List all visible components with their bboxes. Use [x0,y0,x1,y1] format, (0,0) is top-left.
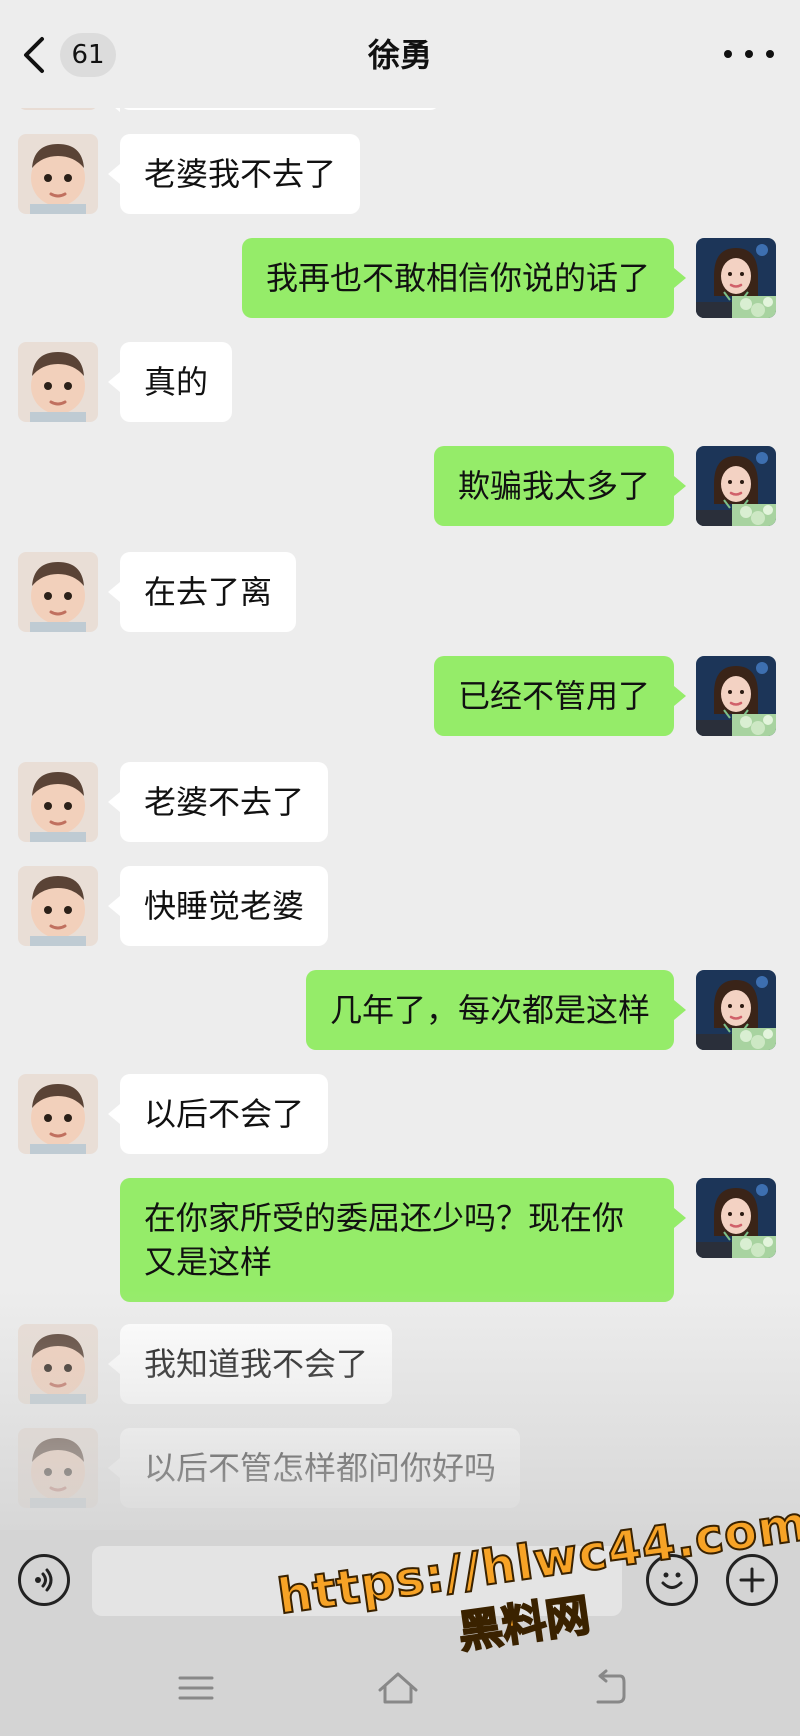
return-icon [596,1669,626,1704]
self-avatar[interactable] [696,1178,776,1258]
contact-avatar[interactable] [18,1428,98,1508]
woman-avatar-icon [696,238,776,318]
contact-avatar[interactable] [18,762,98,842]
message-bubble[interactable]: 在你家所受的委屈还少吗？现在你又是这样 [120,1178,686,1302]
message-bubble[interactable]: 以后不会了 [107,1074,329,1154]
home-button[interactable] [376,1668,418,1708]
baby-avatar-icon [18,866,98,946]
baby-avatar-icon [18,134,98,214]
recent-apps-button[interactable] [176,1668,216,1708]
chat-screen: 老婆我不去了 我再也不敢相信你说的话了 真的 欺骗我太多了 在去了离 已经不管用… [0,0,800,1736]
dot-icon [766,50,774,58]
message-list[interactable]: 老婆我不去了 我再也不敢相信你说的话了 真的 欺骗我太多了 在去了离 已经不管用… [0,0,800,1530]
message-bubble[interactable]: 几年了，每次都是这样 [305,970,687,1050]
woman-avatar-icon [696,970,776,1050]
chat-header: 61 徐勇 [0,0,800,108]
menu-icon [178,1676,214,1700]
self-avatar[interactable] [696,238,776,318]
dot-icon [724,50,732,58]
message-bubble[interactable]: 欺骗我太多了 [433,446,687,526]
baby-avatar-icon [18,762,98,842]
baby-avatar-icon [18,1074,98,1154]
page-title: 徐勇 [367,36,432,74]
more-options-button[interactable] [724,34,774,74]
self-avatar[interactable] [696,970,776,1050]
self-avatar[interactable] [696,656,776,736]
self-avatar[interactable] [696,446,776,526]
contact-avatar[interactable] [18,342,98,422]
home-icon [378,1672,418,1704]
contact-avatar[interactable] [18,1324,98,1404]
contact-avatar[interactable] [18,1074,98,1154]
message-bubble[interactable]: 以后不管怎样都问你好吗 [107,1428,521,1508]
message-bubble[interactable]: 快睡觉老婆 [107,866,329,946]
baby-avatar-icon [18,1428,98,1508]
dot-icon [745,50,753,58]
message-bubble[interactable]: 老婆不去了 [107,762,329,842]
baby-avatar-icon [18,1324,98,1404]
contact-avatar[interactable] [18,552,98,632]
baby-avatar-icon [18,342,98,422]
system-back-button[interactable] [590,1668,630,1708]
baby-avatar-icon [18,552,98,632]
woman-avatar-icon [696,446,776,526]
woman-avatar-icon [696,656,776,736]
woman-avatar-icon [696,1178,776,1258]
message-bubble[interactable]: 已经不管用了 [433,656,687,736]
message-bubble[interactable]: 我知道我不会了 [107,1324,393,1404]
contact-avatar[interactable] [18,134,98,214]
contact-avatar[interactable] [18,866,98,946]
voice-button[interactable] [18,1554,70,1606]
message-bubble[interactable]: 老婆我不去了 [107,134,361,214]
message-bubble[interactable]: 真的 [107,342,233,422]
voice-wave-icon [35,1568,53,1592]
message-bubble[interactable]: 在去了离 [107,552,297,632]
message-bubble[interactable]: 我再也不敢相信你说的话了 [241,238,687,318]
